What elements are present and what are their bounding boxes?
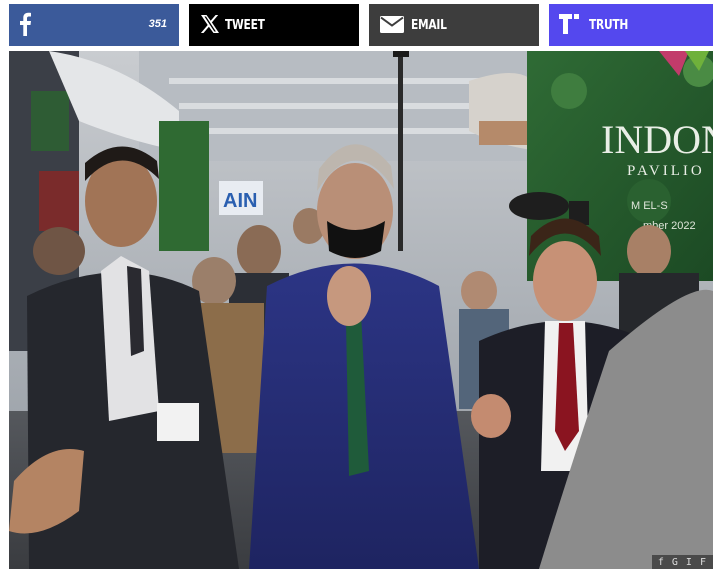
svg-text:PAVILIO: PAVILIO <box>627 163 705 179</box>
email-label: EMAIL <box>411 18 447 33</box>
tweet-label: TWEET <box>225 18 265 33</box>
truth-label: TRUTH <box>589 18 629 33</box>
email-share-button[interactable]: EMAIL <box>369 4 539 46</box>
facebook-share-button[interactable]: 351 <box>9 4 179 46</box>
ain-sign-text: AIN <box>223 190 257 212</box>
tweet-share-button[interactable]: TWEET <box>189 4 359 46</box>
facebook-icon <box>18 12 32 36</box>
share-count: 351 <box>148 18 167 30</box>
truth-share-button[interactable]: TRUTH <box>549 4 713 46</box>
photo-credit: f G I F <box>651 555 713 569</box>
x-icon <box>200 14 220 34</box>
share-bar: 351 TWEET EMAIL TRUTH <box>9 4 713 46</box>
pavilion-sign-text: INDONE <box>601 117 713 162</box>
envelope-icon <box>380 16 404 33</box>
news-photo: AIN INDONE PAVILIO M EL-S mber 2022 <box>9 51 713 569</box>
svg-text:M EL-S: M EL-S <box>631 200 668 212</box>
truth-social-icon <box>559 14 583 34</box>
